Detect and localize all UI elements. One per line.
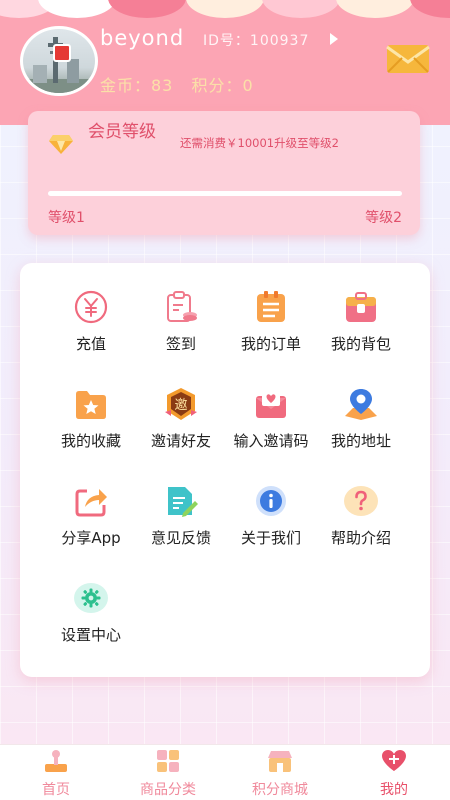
backpack-icon — [346, 292, 376, 322]
location-pin-icon — [345, 389, 377, 420]
checkin-clipboard-icon — [167, 291, 197, 322]
share-icon — [75, 489, 107, 517]
menu-label: 输入邀请码 — [233, 432, 309, 450]
tab-categories[interactable]: 商品分类 — [112, 745, 224, 800]
menu-label: 我的背包 — [330, 335, 391, 353]
menu-label: 充值 — [75, 335, 106, 353]
user-id[interactable]: ID号：100937 — [203, 30, 309, 50]
menu-item-about-us[interactable]: 关于我们 — [226, 479, 316, 559]
menu-item-recharge[interactable]: 充值 — [46, 285, 136, 365]
menu-item-share-app[interactable]: 分享App — [46, 479, 136, 559]
bottom-tab-bar: 首页 商品分类 积分商城 我的 — [0, 744, 450, 800]
points-line: 金币：83 积分：0 — [100, 72, 266, 96]
tab-label: 首页 — [42, 782, 70, 798]
tab-label: 积分商城 — [252, 782, 308, 798]
function-menu: 充值 签到 我的订单 我的背包 我的收藏 邀 邀请好友 输入邀请码 我的地址 分… — [20, 263, 430, 677]
level-current-label: 等级1 — [48, 210, 85, 226]
avatar-photo-icon — [23, 37, 95, 93]
username: beyond — [100, 26, 185, 50]
settings-gear-icon — [74, 583, 108, 613]
menu-label: 邀请好友 — [150, 432, 211, 450]
profile-heart-icon — [382, 750, 406, 771]
info-icon — [256, 486, 286, 516]
menu-label: 意见反馈 — [150, 529, 211, 547]
menu-item-my-backpack[interactable]: 我的背包 — [316, 285, 406, 365]
menu-label: 签到 — [165, 335, 196, 353]
level-next-label: 等级2 — [365, 210, 402, 226]
invite-code-envelope-icon — [256, 390, 286, 418]
tab-home[interactable]: 首页 — [0, 745, 112, 800]
score-value: 积分：0 — [191, 76, 254, 95]
menu-label: 设置中心 — [60, 626, 121, 644]
tab-points-store[interactable]: 积分商城 — [224, 745, 336, 800]
coins-value: 金币：83 — [100, 76, 174, 95]
profile-header: beyond ID号：100937 金币：83 积分：0 — [0, 0, 450, 125]
invite-badge-icon: 邀 — [165, 388, 197, 420]
order-list-icon — [257, 291, 285, 322]
diamond-icon — [49, 135, 73, 154]
invite-badge-char: 邀 — [174, 398, 187, 413]
menu-item-feedback[interactable]: 意见反馈 — [136, 479, 226, 559]
menu-item-my-favorites[interactable]: 我的收藏 — [46, 382, 136, 462]
menu-item-my-address[interactable]: 我的地址 — [316, 382, 406, 462]
yen-coin-icon — [74, 290, 108, 324]
feedback-edit-icon — [168, 487, 198, 517]
menu-label: 我的地址 — [330, 432, 391, 450]
menu-label: 我的收藏 — [60, 432, 121, 450]
tab-label: 商品分类 — [140, 782, 196, 798]
menu-label: 帮助介绍 — [330, 529, 391, 547]
tab-label: 我的 — [380, 782, 408, 798]
membership-upgrade-hint: 还需消费￥10001升级至等级2 — [180, 136, 339, 150]
menu-item-settings[interactable]: 设置中心 — [46, 576, 136, 656]
menu-label: 分享App — [61, 529, 121, 547]
arrow-right-icon[interactable] — [330, 33, 338, 45]
tab-mine[interactable]: 我的 — [338, 745, 450, 800]
menu-label: 关于我们 — [240, 529, 301, 547]
scallop-decoration — [0, 0, 450, 22]
membership-title: 会员等级 — [88, 122, 156, 142]
menu-item-help[interactable]: 帮助介绍 — [316, 479, 406, 559]
help-icon — [344, 486, 378, 516]
category-grid-icon — [157, 750, 179, 772]
membership-card[interactable]: 会员等级 还需消费￥10001升级至等级2 等级1 等级2 — [28, 111, 420, 235]
favorite-folder-icon — [76, 391, 106, 419]
home-joystick-icon — [45, 750, 67, 772]
avatar-badge — [53, 44, 71, 62]
menu-item-enter-invite-code[interactable]: 输入邀请码 — [226, 382, 316, 462]
mail-icon[interactable] — [386, 44, 430, 74]
level-progress-bar — [48, 191, 402, 196]
menu-item-checkin[interactable]: 签到 — [136, 285, 226, 365]
menu-item-my-orders[interactable]: 我的订单 — [226, 285, 316, 365]
menu-label: 我的订单 — [240, 335, 301, 353]
points-store-icon — [268, 751, 292, 772]
menu-item-invite-friends[interactable]: 邀 邀请好友 — [136, 382, 226, 462]
